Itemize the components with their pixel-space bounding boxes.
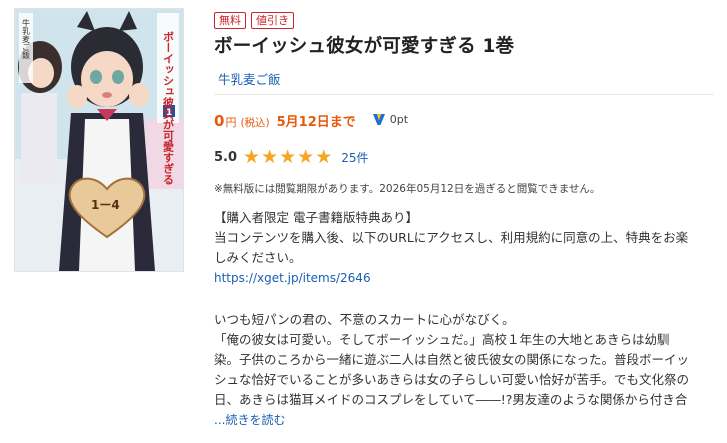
bonus-line: しみください。 (214, 250, 302, 265)
star-icon: ★ (297, 146, 315, 168)
bonus-url-link[interactable]: https://xget.jp/items/2646 (214, 268, 714, 288)
free-version-notice: ※無料版には閲覧期限があります。2026年05月12日を過ぎると閲覧できません。 (214, 183, 601, 195)
deadline-label: 5月12日まで (276, 115, 356, 130)
synopsis-line: シュな恰好でいることが多いあきらは女の子らしい可愛い恰好が苦手。でも文化祭の (214, 372, 690, 387)
star-icon: ★ (315, 146, 333, 168)
bonus-heading: 【購入者限定 電子書籍版特典あり】 (214, 210, 418, 225)
author-link[interactable]: 牛乳麦ご飯 (214, 69, 714, 87)
cover-author: 牛乳麦ご飯 (22, 18, 31, 60)
read-more-link[interactable]: ...続きを読む (214, 410, 714, 430)
cover-volume: 1 (166, 108, 172, 118)
star-icon: ★ (261, 146, 279, 168)
divider (214, 94, 714, 95)
synopsis-line: 「俺の彼女は可愛い。そしてボーイッシュだ。」高校１年生の大地とあきらは幼馴 (214, 332, 670, 347)
synopsis-line: 日、あきらは猫耳メイドのコスプレをしていて――!?男友達のような関係から付き合 (214, 392, 688, 407)
free-badge: 無料 (214, 12, 246, 29)
rating-row: 5.0 ★ ★ ★ ★ ★ 25件 (214, 147, 714, 167)
price-row: 0 円 (税込) 5月12日まで 0pt (214, 111, 714, 131)
price-amount: 0 (214, 112, 225, 130)
book-cover[interactable]: ボーイッシュ彼女が可愛すぎる 1 牛乳麦ご飯 1ー4 (14, 8, 184, 272)
bonus-line: 当コンテンツを購入後、以下のURLにアクセスし、利用規約に同意の上、特典をお楽 (214, 230, 689, 245)
v-point-icon (372, 114, 385, 125)
discount-badge: 値引き (251, 12, 294, 29)
price-unit: 円 (225, 116, 237, 129)
star-icon: ★ (243, 146, 261, 168)
synopsis-line: 染。子供のころから一緒に遊ぶ二人は自然と彼氏彼女の関係になった。普段ボーイッ (214, 352, 690, 367)
page-title: ボーイッシュ彼女が可愛すぎる 1巻 (214, 36, 515, 57)
product-info: 無料 値引き ボーイッシュ彼女が可愛すぎる 1巻 牛乳麦ご飯 0 円 (税込) … (214, 10, 714, 430)
badge-row: 無料 値引き (214, 10, 714, 30)
star-icon: ★ (279, 146, 297, 168)
tax-label: (税込) (240, 117, 270, 129)
description: 【購入者限定 電子書籍版特典あり】 当コンテンツを購入後、以下のURLにアクセス… (214, 208, 714, 430)
cover-heart-text: 1ー4 (91, 198, 120, 212)
points-display: 0pt (372, 112, 408, 126)
review-count-link[interactable]: 25件 (341, 149, 368, 166)
rating-stars: ★ ★ ★ ★ ★ (243, 147, 332, 167)
cover-illustration: ボーイッシュ彼女が可愛すぎる 1 牛乳麦ご飯 1ー4 (15, 9, 183, 271)
points-value: 0pt (389, 112, 409, 126)
synopsis-line: いつも短パンの君の、不意のスカートに心がなびく。 (214, 312, 515, 327)
rating-value: 5.0 (214, 149, 238, 165)
